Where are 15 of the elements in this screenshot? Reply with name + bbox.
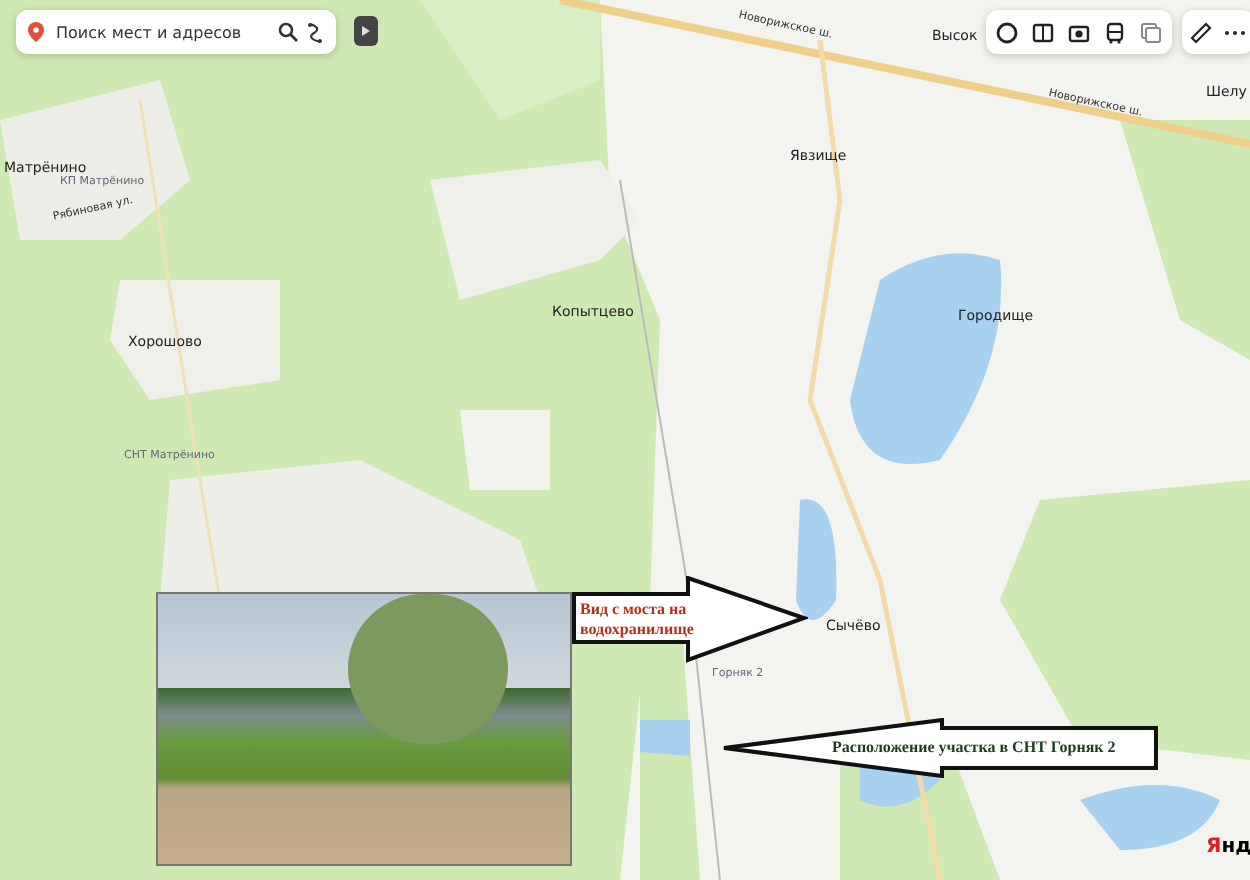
callout-text: Расположение участка в СНТ Горняк 2 xyxy=(832,738,1116,758)
route-icon[interactable] xyxy=(306,21,324,43)
ruler-icon[interactable] xyxy=(1190,21,1212,43)
search-field[interactable]: Поиск мест и адресов xyxy=(52,21,270,43)
play-icon xyxy=(362,26,370,36)
search-bar[interactable]: Поиск мест и адресов xyxy=(16,10,336,54)
callout-text: Вид с моста на водохранилище xyxy=(580,600,696,640)
camera-icon[interactable] xyxy=(1068,21,1090,43)
expand-panel-button[interactable] xyxy=(354,16,378,46)
map-logo: Янд xyxy=(1206,836,1250,858)
search-icon[interactable] xyxy=(278,22,298,42)
bus-icon[interactable] xyxy=(1104,21,1126,43)
location-pin-icon xyxy=(28,22,44,42)
copy-icon[interactable] xyxy=(1140,21,1162,43)
layers-circle-icon[interactable] xyxy=(996,21,1018,43)
